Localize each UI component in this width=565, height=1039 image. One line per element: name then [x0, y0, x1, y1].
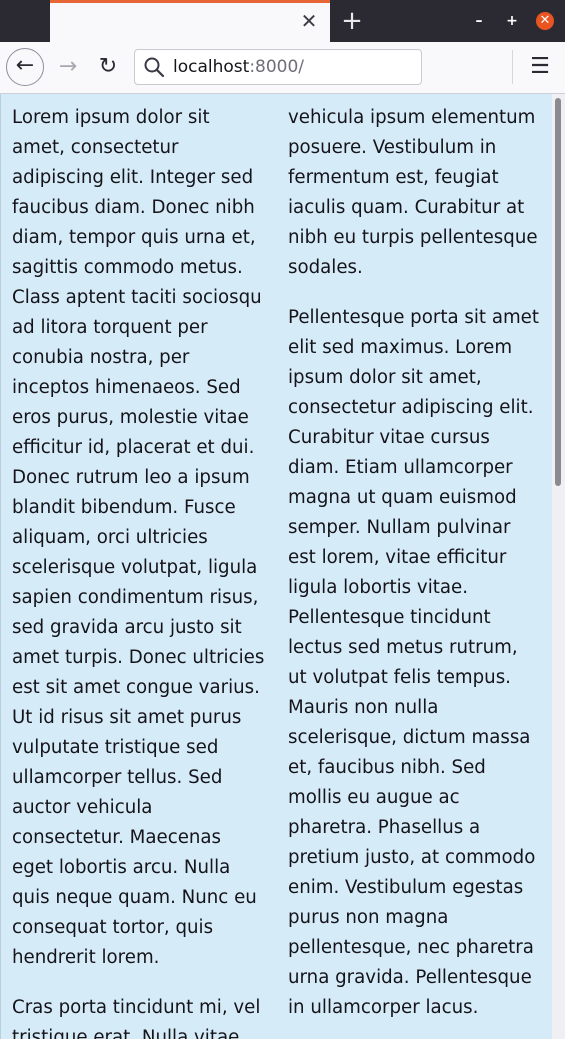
url-text[interactable]: localhost:8000/: [173, 50, 304, 84]
window-close-button[interactable]: ✕: [536, 12, 554, 30]
window-maximize-button[interactable]: +: [503, 12, 521, 30]
menu-button[interactable]: ☰: [524, 50, 556, 84]
paragraph: Lorem ipsum dolor sit amet, consectetur …: [12, 107, 265, 968]
forward-button[interactable]: →: [52, 50, 84, 84]
page-content: Lorem ipsum dolor sit amet, consectetur …: [0, 94, 552, 1039]
search-icon: [144, 57, 165, 78]
vertical-scrollbar[interactable]: [552, 94, 565, 1039]
reload-button[interactable]: ↻: [92, 50, 124, 84]
url-host: localhost: [173, 57, 250, 77]
window-minimize-button[interactable]: –: [470, 12, 488, 30]
url-bar[interactable]: localhost:8000/: [134, 49, 422, 85]
tab-close-icon[interactable]: ✕: [298, 9, 320, 33]
paragraph: Pellentesque porta sit amet elit sed max…: [288, 307, 540, 1018]
new-tab-button[interactable]: +: [336, 4, 368, 38]
scrollbar-thumb[interactable]: [555, 98, 561, 486]
back-button[interactable]: ←: [6, 48, 44, 86]
nav-toolbar: ← → ↻ localhost:8000/ ☰: [0, 42, 565, 94]
tab-pinned-stub[interactable]: [0, 0, 51, 42]
url-port-path: :8000/: [249, 57, 305, 77]
tab-active[interactable]: ✕: [50, 0, 330, 42]
tab-strip: ✕ + – + ✕: [0, 0, 565, 42]
toolbar-divider: [512, 50, 513, 84]
text-columns: Lorem ipsum dolor sit amet, consectetur …: [12, 103, 542, 1039]
